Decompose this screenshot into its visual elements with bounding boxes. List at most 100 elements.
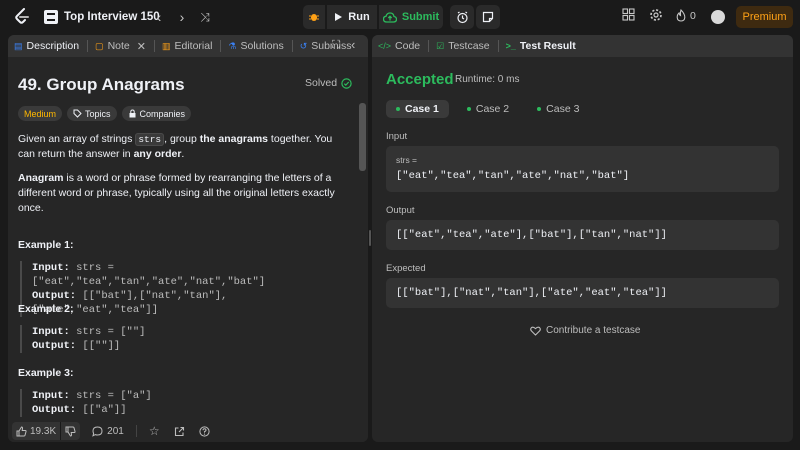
left-tabbar: ▤ Description ▢ Note ✕ ▥ Editorial ⚗ Sol… [8, 35, 368, 57]
run-label: Run [348, 11, 370, 23]
comment-icon [92, 425, 103, 437]
difficulty-badge[interactable]: Medium [18, 106, 63, 121]
case-tab-1[interactable]: Case 1 [386, 100, 449, 118]
description-panel: ▤ Description ▢ Note ✕ ▥ Editorial ⚗ Sol… [8, 35, 368, 442]
case-tab-2[interactable]: Case 2 [457, 100, 519, 118]
tab-solutions[interactable]: ⚗ Solutions [228, 40, 283, 52]
problem-badges: Medium Topics Companies [18, 106, 192, 121]
tab-test-result[interactable]: >_ Test Result [506, 40, 576, 52]
shuffle-icon[interactable]: ⤨ [195, 7, 215, 27]
problem-list-button[interactable]: Top Interview 150 [44, 7, 160, 27]
example-1-title: Example 1: [18, 239, 74, 251]
input-var-label: strs = [396, 155, 418, 165]
collapse-chevron-icon[interactable]: ‹ [351, 37, 355, 52]
tab-divider [87, 40, 89, 52]
dislike-button[interactable] [61, 422, 80, 440]
timer-icon [456, 11, 468, 23]
case-tab-3[interactable]: Case 3 [527, 100, 589, 118]
cloud-upload-icon [382, 11, 397, 23]
debug-icon [309, 14, 319, 21]
tab-testcase[interactable]: ☑ Testcase [436, 40, 490, 52]
chevron-right-icon[interactable]: › [172, 7, 192, 27]
case-tabs: Case 1 Case 2 Case 3 [386, 100, 589, 118]
streak-counter[interactable]: 0 [676, 9, 696, 22]
fire-icon [676, 9, 686, 22]
expected-value: [["bat"],["nat","tan"],["ate","eat","tea… [396, 287, 667, 299]
flask-icon: ⚗ [228, 40, 237, 51]
runtime-text: Runtime: 0 ms [455, 74, 520, 85]
book-icon: ▥ [161, 40, 171, 51]
comments-button[interactable]: 201 [92, 426, 124, 437]
output-label: Output [386, 205, 415, 216]
expected-box: [["bat"],["nat","tan"],["ate","eat","tea… [386, 278, 779, 308]
run-submit-group: Run Submit [303, 5, 443, 29]
divider [135, 425, 137, 437]
debug-button[interactable] [303, 5, 325, 29]
share-icon[interactable] [174, 426, 185, 437]
run-button[interactable]: Run [327, 5, 377, 29]
top-bar: Top Interview 150 ‹ › ⤨ Run Submit 0 Pre… [0, 0, 800, 33]
submit-button[interactable]: Submit [379, 5, 443, 29]
example-3-title: Example 3: [18, 367, 74, 379]
description-paragraph-2: Anagram is a word or phrase formed by re… [18, 172, 335, 214]
maximize-icon[interactable]: ⛶ [332, 39, 340, 52]
input-box: strs = ["eat","tea","tan","ate","nat","b… [386, 146, 779, 192]
leetcode-logo-icon[interactable] [14, 8, 30, 25]
code-icon: </> [378, 41, 392, 51]
result-status: Accepted [386, 71, 454, 88]
example-2-title: Example 2: [18, 303, 74, 315]
tab-divider [291, 40, 293, 52]
tab-note[interactable]: ▢ Note ✕ [95, 40, 146, 53]
star-icon[interactable]: ☆ [149, 424, 160, 438]
streak-count: 0 [690, 9, 696, 22]
topics-badge[interactable]: Topics [67, 106, 117, 121]
timer-button[interactable] [450, 5, 474, 29]
description-scrollbar[interactable] [359, 67, 366, 417]
list-icon [44, 10, 58, 24]
like-dislike-group: 19.3K [12, 422, 81, 440]
tab-divider [153, 40, 155, 52]
inline-code: strs [135, 133, 165, 146]
tab-description[interactable]: ▤ Description [14, 40, 79, 52]
history-icon: ↺ [299, 40, 308, 51]
submit-label: Submit [401, 11, 440, 23]
thumbs-down-icon [65, 426, 76, 437]
layout-icon[interactable] [622, 8, 635, 21]
tab-divider [428, 40, 430, 52]
tag-icon [73, 109, 82, 118]
chevron-left-icon[interactable]: ‹ [149, 7, 169, 27]
avatar-icon[interactable] [711, 10, 725, 24]
contribute-testcase-button[interactable]: Contribute a testcase [530, 325, 641, 336]
heart-icon [530, 326, 541, 336]
output-box: [["eat","tea","ate"],["bat"],["tan","nat… [386, 220, 779, 250]
problem-title: 49. Group Anagrams [18, 75, 185, 94]
tab-divider [497, 40, 499, 52]
pass-dot-icon [537, 107, 542, 111]
tab-divider [220, 40, 222, 52]
output-value: [["eat","tea","ate"],["bat"],["tan","nat… [396, 229, 667, 241]
play-icon [335, 13, 343, 21]
check-circle-icon [341, 77, 352, 89]
like-button[interactable]: 19.3K [12, 422, 60, 440]
tab-editorial[interactable]: ▥ Editorial [162, 40, 212, 52]
example-3-block: Input: strs = ["a"] Output: [["a"]] [20, 389, 350, 417]
terminal-icon: >_ [505, 41, 516, 51]
tab-submissions[interactable]: ↺ Submiss [300, 40, 352, 52]
help-icon[interactable] [198, 425, 210, 437]
premium-button[interactable]: Premium [736, 6, 793, 28]
companies-badge[interactable]: Companies [121, 106, 192, 121]
expected-label: Expected [386, 263, 426, 274]
note-icon: ▢ [95, 40, 104, 51]
checkbox-icon: ☑ [436, 40, 445, 51]
description-paragraph-1: Given an array of strings strs, group th… [18, 133, 333, 160]
notes-icon [482, 11, 494, 23]
close-icon[interactable]: ✕ [137, 40, 146, 53]
gear-icon[interactable] [649, 8, 663, 22]
pass-dot-icon [466, 107, 471, 111]
notes-button[interactable] [476, 5, 500, 29]
scroll-thumb[interactable] [359, 103, 366, 171]
tab-code[interactable]: </> Code [378, 40, 420, 52]
pass-dot-icon [396, 107, 400, 111]
document-icon: ▤ [14, 40, 23, 51]
result-panel: </> Code ☑ Testcase >_ Test Result Accep… [372, 35, 793, 442]
